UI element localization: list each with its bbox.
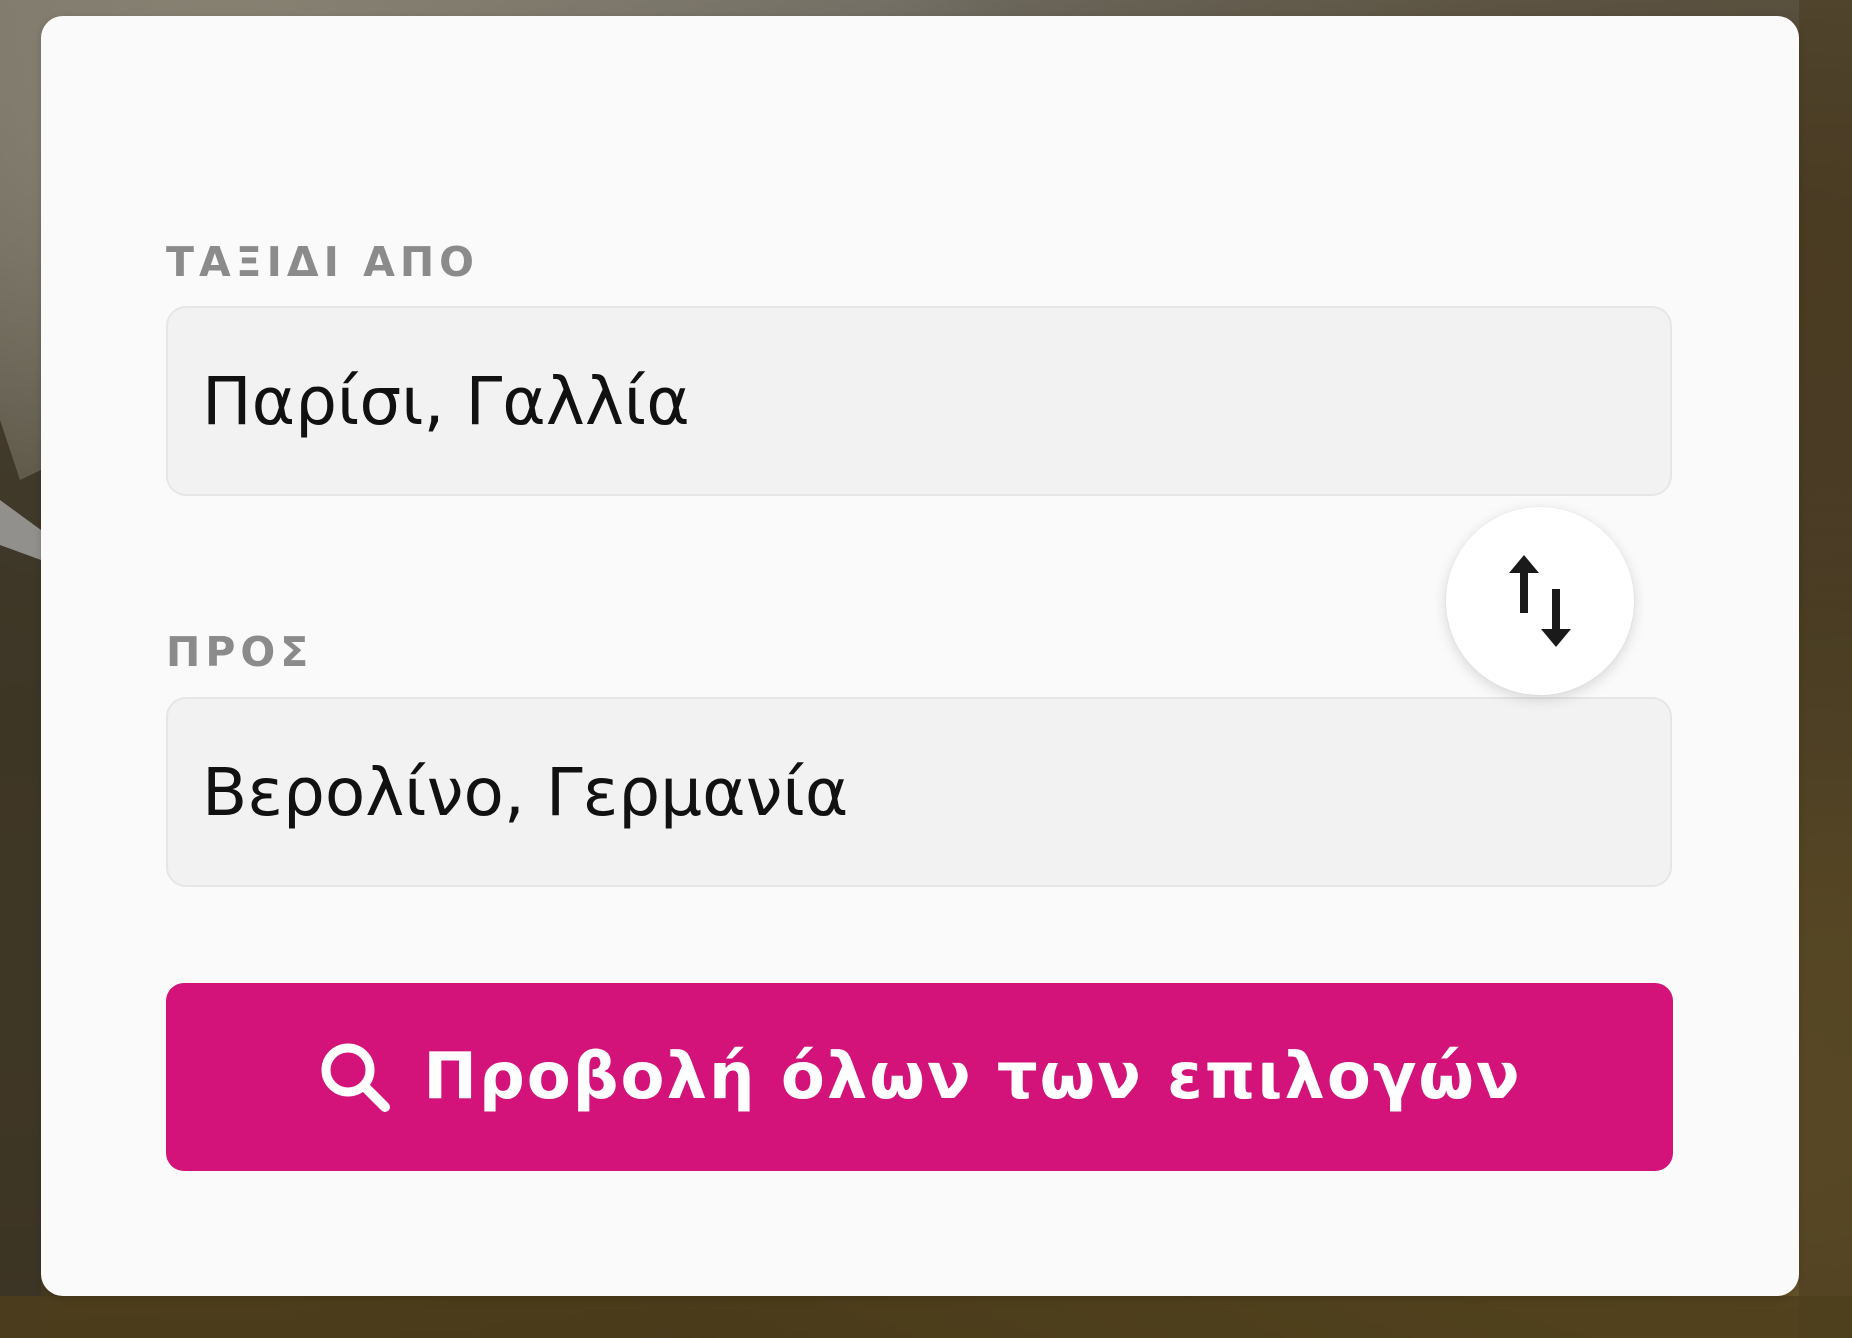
- search-icon: [317, 1039, 393, 1115]
- swap-locations-button[interactable]: [1446, 507, 1634, 695]
- origin-value: Παρίσι, Γαλλία: [202, 362, 690, 440]
- origin-label: ΤΑΞΙΔΙ ΑΠΟ: [166, 238, 480, 286]
- origin-input[interactable]: Παρίσι, Γαλλία: [166, 306, 1672, 496]
- view-all-options-label: Προβολή όλων των επιλογών: [423, 1040, 1522, 1114]
- destination-label: ΠΡΟΣ: [166, 628, 314, 676]
- trip-search-card: ΤΑΞΙΔΙ ΑΠΟ Παρίσι, Γαλλία ΠΡΟΣ Βερολίνο,…: [41, 16, 1799, 1296]
- destination-input[interactable]: Βερολίνο, Γερμανία: [166, 697, 1672, 887]
- destination-value: Βερολίνο, Γερμανία: [202, 753, 849, 831]
- swap-vertical-arrows-icon: [1500, 551, 1580, 651]
- view-all-options-button[interactable]: Προβολή όλων των επιλογών: [166, 983, 1673, 1171]
